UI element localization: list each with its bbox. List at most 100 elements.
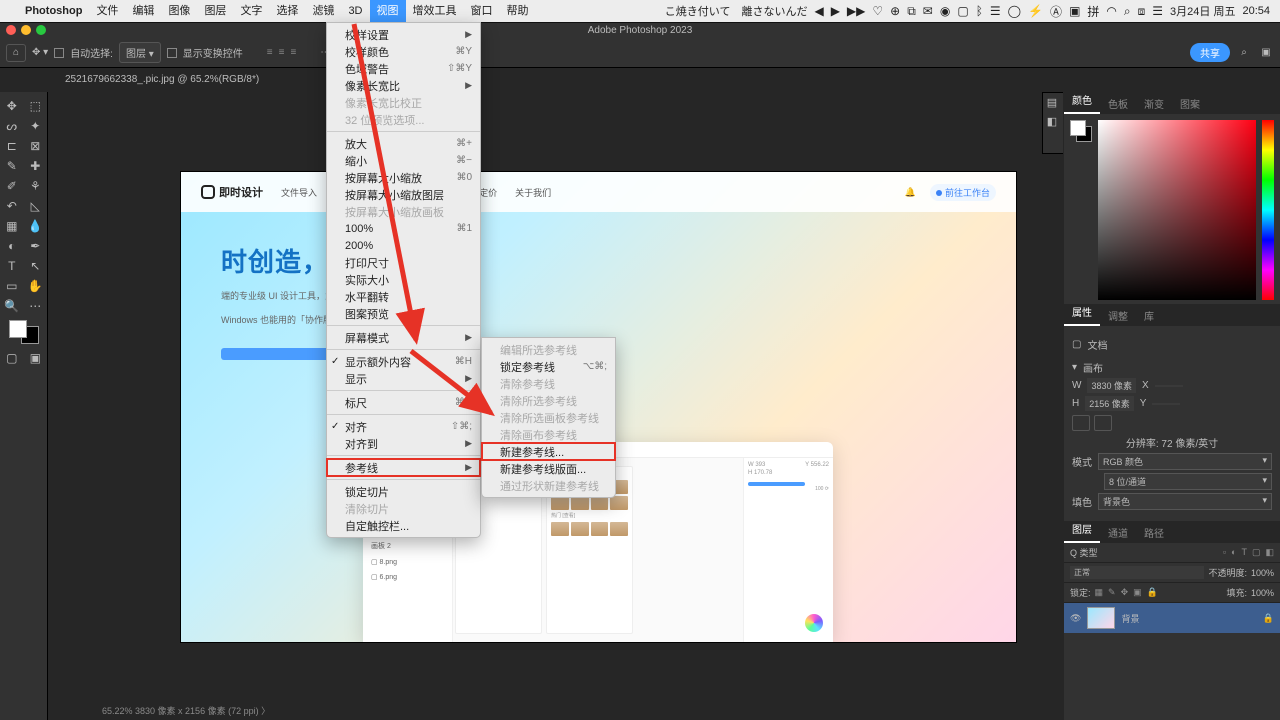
color-panel[interactable]	[1064, 114, 1280, 304]
menu-item[interactable]: 锁定切片	[327, 483, 480, 500]
lock-icon[interactable]: ▣	[1133, 587, 1142, 598]
fill-value[interactable]: 100%	[1251, 588, 1274, 598]
lock-icon[interactable]: ▦	[1095, 587, 1104, 598]
align-icon[interactable]: ≡	[267, 47, 273, 58]
menubar-time[interactable]: 20:54	[1242, 5, 1270, 17]
menu-item[interactable]: 打印尺寸	[327, 254, 480, 271]
lock-icon[interactable]: 🔒	[1147, 587, 1158, 598]
brush-tool[interactable]: ✐	[0, 176, 24, 196]
menu-item[interactable]: 200%	[327, 237, 480, 254]
menu-item[interactable]: 缩小⌘−	[327, 152, 480, 169]
folder-icon[interactable]: ▣	[1069, 4, 1080, 18]
filter-icon[interactable]: ▫	[1223, 547, 1226, 558]
y-field[interactable]	[1152, 403, 1180, 405]
tab-paths[interactable]: 路径	[1136, 525, 1172, 540]
orient-button[interactable]	[1072, 415, 1090, 431]
status-icon[interactable]: ◉	[940, 4, 950, 18]
menu-item[interactable]: 对齐⇧⌘;	[327, 418, 480, 435]
menu-窗口[interactable]: 窗口	[464, 0, 500, 22]
lang-icon[interactable]: 拼	[1087, 3, 1099, 20]
search-icon[interactable]: ⌕	[1124, 4, 1131, 19]
mask-mode-icon[interactable]: ▢	[0, 348, 24, 368]
x-field[interactable]	[1155, 385, 1183, 387]
tab-pattern[interactable]: 图案	[1172, 96, 1208, 111]
height-field[interactable]: 2156 像素	[1085, 396, 1134, 411]
wifi-icon[interactable]: ◠	[1106, 4, 1116, 18]
menu-图层[interactable]: 图层	[197, 0, 233, 22]
bluetooth-icon[interactable]: ᛒ	[976, 4, 983, 18]
menu-item[interactable]: 显示▶	[327, 370, 480, 387]
tab-layers[interactable]: 图层	[1064, 521, 1100, 543]
next-icon[interactable]: ▶▶	[847, 4, 865, 18]
fill-dropdown[interactable]: 背景色▾	[1098, 493, 1272, 510]
orient-button[interactable]	[1094, 415, 1112, 431]
menu-item[interactable]: 校样设置▶	[327, 26, 480, 43]
lock-icon[interactable]: ✥	[1121, 587, 1129, 598]
pen-tool[interactable]: ✒	[24, 236, 48, 256]
share-button[interactable]: 共享	[1190, 43, 1230, 62]
visibility-icon[interactable]: 👁	[1070, 613, 1081, 624]
menu-item[interactable]: 像素长宽比▶	[327, 77, 480, 94]
menu-item[interactable]: 按屏幕大小缩放⌘0	[327, 169, 480, 186]
close-window-icon[interactable]	[6, 25, 16, 35]
camera-icon[interactable]: ⊕	[890, 4, 900, 18]
lasso-tool[interactable]: ᔕ	[0, 116, 24, 136]
control-icon[interactable]: ☰	[1152, 4, 1163, 18]
lock-icon[interactable]: 🔒	[1263, 613, 1274, 624]
menu-帮助[interactable]: 帮助	[500, 0, 536, 22]
depth-dropdown[interactable]: 8 位/通道▾	[1104, 473, 1272, 490]
menu-item[interactable]: 参考线▶	[327, 459, 480, 476]
app-name[interactable]: Photoshop	[18, 5, 89, 17]
align-icon[interactable]: ≡	[279, 47, 285, 58]
width-field[interactable]: 3830 像素	[1087, 378, 1136, 393]
hand-tool[interactable]: ✋	[24, 276, 48, 296]
blur-tool[interactable]: 💧	[24, 216, 48, 236]
menu-3D[interactable]: 3D	[341, 0, 369, 22]
menu-item[interactable]: 按屏幕大小缩放图层	[327, 186, 480, 203]
tab-gradient[interactable]: 渐变	[1136, 96, 1172, 111]
traffic-lights[interactable]	[6, 25, 46, 35]
zoom-tool[interactable]: 🔍	[0, 296, 24, 316]
battery-icon[interactable]: ⚡	[1028, 4, 1043, 18]
heal-tool[interactable]: ✚	[24, 156, 48, 176]
eyedrop-tool[interactable]: ✎	[0, 156, 24, 176]
move-tool-icon[interactable]: ✥ ▾	[32, 47, 48, 58]
tab-color[interactable]: 颜色	[1064, 92, 1100, 114]
opacity-value[interactable]: 100%	[1251, 568, 1274, 578]
vpn-icon[interactable]: ☰	[990, 4, 1001, 18]
crop-tool[interactable]: ⊏	[0, 136, 24, 156]
menu-item[interactable]: 校样颜色⌘Y	[327, 43, 480, 60]
menu-item[interactable]: 水平翻转	[327, 288, 480, 305]
menu-item[interactable]: 锁定参考线⌥⌘;	[482, 358, 615, 375]
align-icon[interactable]: ≡	[290, 47, 296, 58]
cc-icon[interactable]: ⧈	[1138, 4, 1146, 19]
document-tab[interactable]: 2521679662338_.pic.jpg @ 65.2%(RGB/8*)	[55, 68, 269, 92]
menu-视图[interactable]: 视图	[370, 0, 406, 22]
workspace-icon[interactable]: ▣	[1258, 47, 1274, 58]
layer-row[interactable]: 👁 背景 🔒	[1064, 603, 1280, 633]
screen-mode-icon[interactable]: ▣	[24, 348, 48, 368]
menu-item[interactable]: 图案预览	[327, 305, 480, 322]
minimize-window-icon[interactable]	[21, 25, 31, 35]
filter-icon[interactable]: ▢	[1252, 547, 1261, 558]
home-button[interactable]: ⌂	[6, 44, 26, 62]
frame-tool[interactable]: ⊠	[24, 136, 48, 156]
auto-select-target[interactable]: 图层 ▾	[119, 42, 161, 63]
eraser-tool[interactable]: ◺	[24, 196, 48, 216]
layer-thumb[interactable]	[1087, 607, 1115, 629]
layer-filter[interactable]: Q 类型	[1070, 546, 1098, 559]
play-icon[interactable]: ▶	[831, 4, 840, 18]
heart-icon[interactable]: ♡	[872, 4, 883, 18]
menubar-date[interactable]: 3月24日 周五	[1170, 3, 1235, 19]
filter-icon[interactable]: ◧	[1265, 547, 1274, 558]
tab-adjust[interactable]: 调整	[1100, 308, 1136, 323]
menu-item[interactable]: 标尺⌘R	[327, 394, 480, 411]
menu-图像[interactable]: 图像	[161, 0, 197, 22]
prev-icon[interactable]: ◀	[814, 4, 823, 18]
lock-icon[interactable]: ✎	[1108, 587, 1116, 598]
menu-item[interactable]: 新建参考线...	[482, 443, 615, 460]
path-tool[interactable]: ↖	[24, 256, 48, 276]
show-transform-checkbox[interactable]	[167, 48, 177, 58]
shape-tool[interactable]: ▭	[0, 276, 24, 296]
blend-mode[interactable]: 正常	[1070, 566, 1204, 579]
